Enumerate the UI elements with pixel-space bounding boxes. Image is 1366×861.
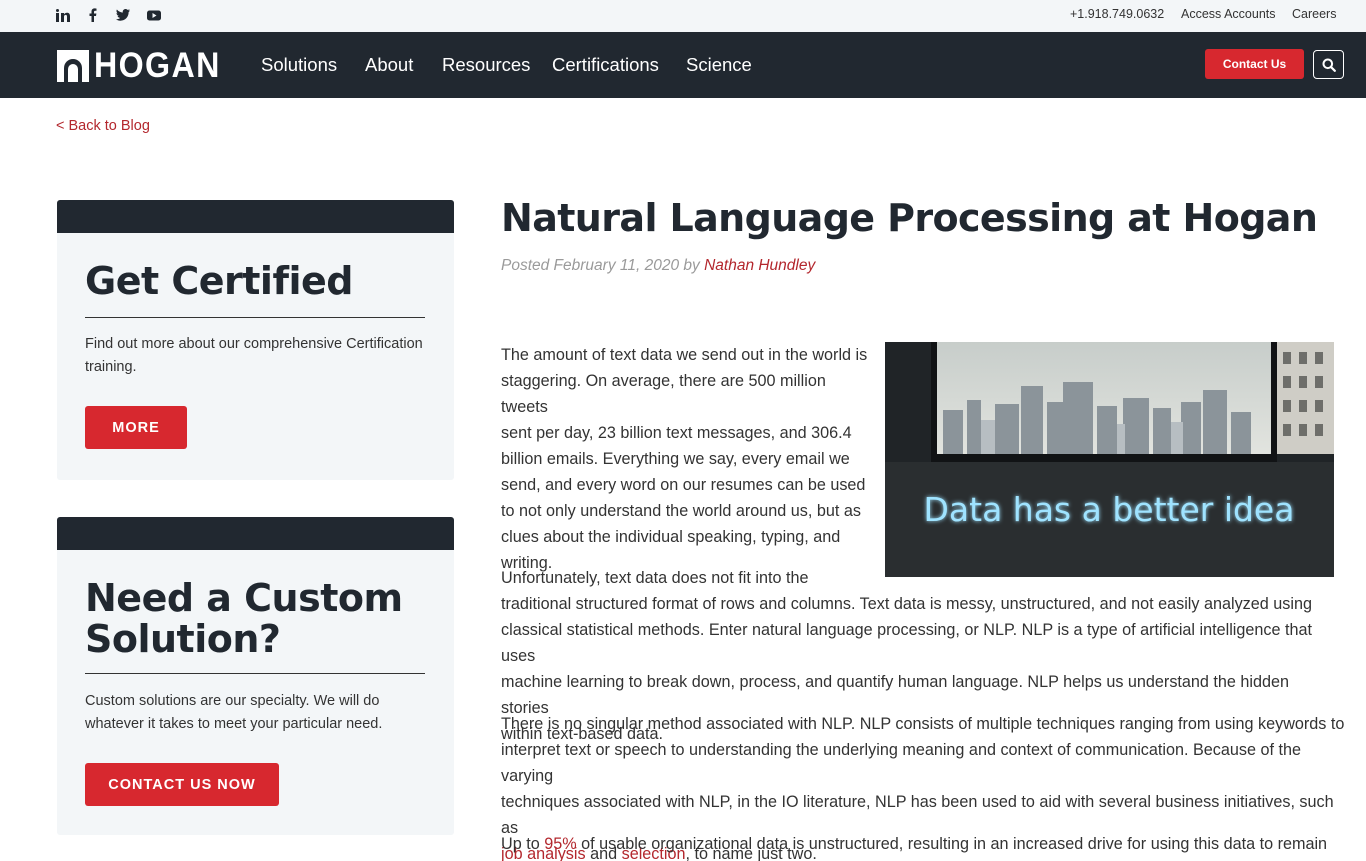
facebook-icon[interactable]	[85, 7, 101, 23]
card-description: Custom solutions are our specialty. We w…	[85, 693, 383, 732]
article-title: Natural Language Processing at Hogan	[501, 196, 1318, 240]
nav-about[interactable]: About	[365, 54, 413, 76]
card-divider	[85, 317, 425, 318]
card-header-bar	[57, 517, 454, 550]
text-line: sent per day, 23 billion text messages, …	[501, 424, 852, 442]
card-header-bar	[57, 200, 454, 233]
card-divider	[85, 673, 425, 674]
text-line: The amount of text data we send out in t…	[501, 346, 868, 364]
card-description: Find out more about our comprehensive Ce…	[85, 336, 423, 375]
contact-us-now-button[interactable]: CONTACT US NOW	[85, 763, 279, 806]
text-line: Unfortunately, text data does not fit in…	[501, 569, 809, 587]
hogan-logo[interactable]: HOGAN	[57, 46, 232, 85]
top-utility-bar: +1.918.749.0632 Access Accounts Careers	[0, 0, 1366, 32]
card-title-line2: Solution?	[85, 617, 281, 661]
inline-text: Up to	[501, 835, 540, 853]
neon-sign-text: Data has a better idea	[924, 490, 1295, 529]
logo-mark-icon	[57, 49, 89, 82]
text-line: traditional structured format of rows an…	[501, 595, 1312, 613]
nav-resources[interactable]: Resources	[442, 54, 530, 76]
card-title-line1: Need a Custom	[85, 576, 403, 620]
twitter-icon[interactable]	[115, 7, 131, 23]
text-line: There is no singular method associated w…	[501, 715, 1345, 733]
linkedin-icon[interactable]	[55, 7, 71, 23]
search-button[interactable]	[1313, 50, 1344, 79]
text-line: to not only understand the world around …	[501, 502, 861, 520]
article-paragraph-1: The amount of text data we send out in t…	[501, 342, 871, 576]
text-line: interpret text or speech to understandin…	[501, 741, 1301, 785]
careers-link[interactable]: Careers	[1292, 7, 1336, 21]
custom-solution-card: Need a Custom Solution? Custom solutions…	[57, 517, 454, 835]
text-line: classical statistical methods. Enter nat…	[501, 621, 1313, 665]
card-title: Get Certified	[85, 259, 353, 303]
get-certified-card: Get Certified Find out more about our co…	[57, 200, 454, 480]
contact-us-button[interactable]: Contact Us	[1205, 49, 1304, 79]
access-accounts-link[interactable]: Access Accounts	[1181, 7, 1276, 21]
back-to-blog-link[interactable]: < Back to Blog	[56, 118, 150, 134]
article-byline: Posted February 11, 2020 by Nathan Hundl…	[501, 257, 815, 275]
article-hero-image: Data has a better idea	[885, 342, 1334, 577]
text-line: billion emails. Everything we say, every…	[501, 450, 850, 468]
text-line: clues about the individual speaking, typ…	[501, 528, 841, 546]
text-line: send, and every word on our resumes can …	[501, 476, 866, 494]
ninety-five-percent-link[interactable]: 95%	[544, 835, 576, 853]
posted-date: Posted February 11, 2020 by	[501, 257, 700, 274]
card-title: Need a Custom Solution?	[85, 578, 403, 660]
inline-text: of usable organizational data is unstruc…	[581, 835, 1328, 853]
phone-number[interactable]: +1.918.749.0632	[1070, 7, 1164, 21]
article-paragraph-4: Up to 95% of usable organizational data …	[501, 831, 1351, 857]
nav-science[interactable]: Science	[686, 54, 752, 76]
author-link[interactable]: Nathan Hundley	[704, 257, 815, 274]
nav-certifications[interactable]: Certifications	[552, 54, 659, 76]
logo-text: HOGAN	[94, 46, 221, 85]
nav-solutions[interactable]: Solutions	[261, 54, 337, 76]
more-button[interactable]: MORE	[85, 406, 187, 449]
search-icon	[1322, 58, 1336, 72]
youtube-icon[interactable]	[146, 7, 162, 23]
text-line: staggering. On average, there are 500 mi…	[501, 372, 826, 416]
